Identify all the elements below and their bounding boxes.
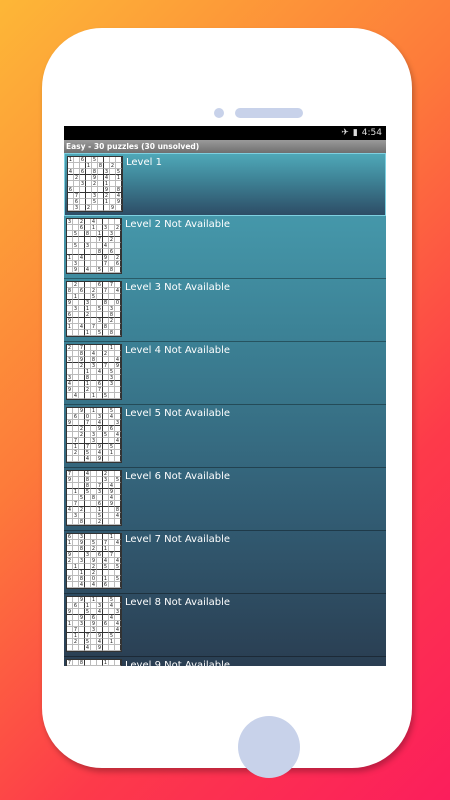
level-list[interactable]: 1 6 5 1 8 2 4 6 8 3 5 2 9 4 1 3 2 1 6 9 8 7 3 2 4 6 5 1 9 3 2 9 Level 13… [64,153,386,666]
level-item-1[interactable]: 1 6 5 1 8 2 4 6 8 3 5 2 9 4 1 3 2 1 6 9 8 7 3 2 4 6 5 1 9 3 2 9 Level 1 [64,153,386,216]
puzzle-thumbnail: 9156034974329623547341795254149 [66,407,122,463]
page-title: Easy - 30 puzzles (30 unsolved) [64,140,386,153]
puzzle-thumbnail: 6311957482193672394412551268015446 [66,533,122,589]
battery-icon: ▮ [352,128,358,138]
level-item-5[interactable]: 9 1 5 6 0 3 4 9 7 4 3 2 9 6 2 3 5 4 7 3 4 1 7 9 5 2 5 4 1 4 9 Level 5 N… [64,405,386,468]
app-screen: ✈ ▮ 4:54 Easy - 30 puzzles (30 unsolved)… [64,126,386,666]
status-bar: ✈ ▮ 4:54 [64,126,386,140]
earpiece-speaker [235,108,303,118]
level-label: Level 8 Not Available [125,597,231,608]
level-label: Level 4 Not Available [125,345,231,356]
level-item-6[interactable]: 7 4 2 9 8 3 5 8 7 4 1 5 3 9 5 8 4 7 6 9 4 2 1 8 3 5 4 8 2 Level 6 Not… [64,468,386,531]
level-label: Level 3 Not Available [125,282,231,293]
level-label: Level 2 Not Available [125,219,231,230]
puzzle-thumbnail: 2678627415938031536289321478158 [66,281,122,337]
level-label: Level 5 Not Available [125,408,231,419]
airplane-mode-icon: ✈ [341,128,349,138]
front-camera [214,108,224,118]
puzzle-thumbnail: 74298358741539584769421835482 [66,470,122,526]
puzzle-thumbnail: 91561349543964139647341795254149 [66,596,122,652]
level-label: Level 9 Not Available [125,660,231,666]
level-label: Level 1 [126,157,162,168]
level-item-3[interactable]: 2 6 7 8 6 2 7 4 1 5 9 3 8 0 3 1 5 3 6 2 8 9 3 2 1 4 7 8 1 5 8 Level 3 N… [64,279,386,342]
status-time: 4:54 [361,128,382,138]
puzzle-thumbnail: 781423869513472519673825146931725 [66,659,122,666]
level-item-4[interactable]: 2 7 1 8 4 2 3 9 8 4 2 3 7 9 1 4 5 3 8 3 4 1 6 3 9 2 7 4 1 5 Level 4 No… [64,342,386,405]
home-button[interactable] [238,716,300,778]
level-label: Level 7 Not Available [125,534,231,545]
level-item-2[interactable]: 3 2 4 6 1 3 2 5 8 1 3 7 2 5 3 4 8 6 1 4 9 2 3 7 6 9 4 5 8 Level 2 Not… [64,216,386,279]
level-item-7[interactable]: 6 3 1 1 9 5 7 4 8 2 1 9 3 6 7 2 3 9 4 4 1 2 5 5 1 2 6 8 0 1 5 4 4 6 Level … [64,531,386,594]
puzzle-thumbnail: 32461325813725348614923769458 [66,218,122,274]
level-item-9[interactable]: 781423869513472519673825146931725Level 9… [64,657,386,666]
level-item-8[interactable]: 9 1 5 6 1 3 4 9 5 4 3 9 6 4 1 3 9 6 4 7 3 4 1 7 9 5 2 5 4 1 4 9 Level 8 … [64,594,386,657]
puzzle-thumbnail: 16518246835294132169873246519329 [67,156,123,212]
puzzle-thumbnail: 271842398423791453834163927415 [66,344,122,400]
level-label: Level 6 Not Available [125,471,231,482]
